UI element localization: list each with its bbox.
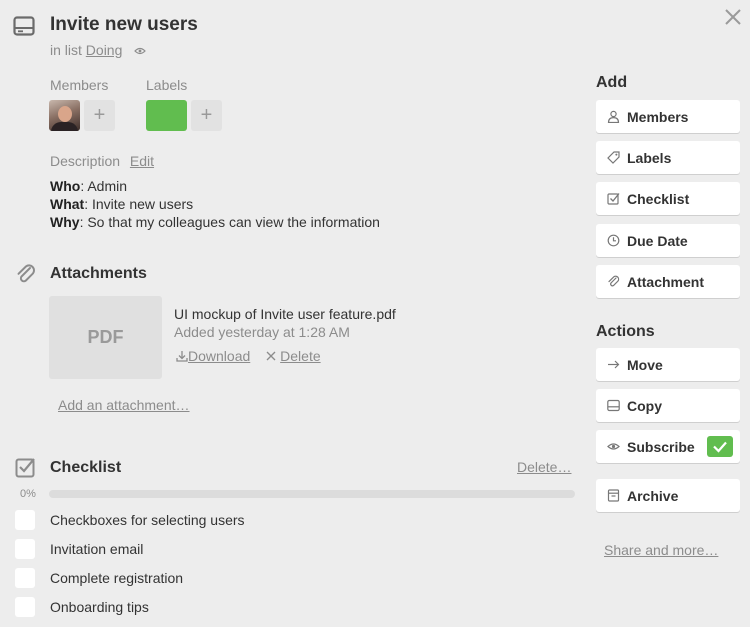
card-detail-window: Invite new users in list Doing Members L… — [0, 0, 750, 627]
checklist-percent: 0% — [20, 488, 36, 500]
in-list-line: in list Doing — [50, 42, 147, 58]
checkbox-icon — [607, 193, 620, 205]
checklist-item-text[interactable]: Onboarding tips — [50, 599, 149, 615]
download-icon — [176, 351, 188, 362]
checklist-progress-bar — [49, 490, 575, 498]
checklist-item-text[interactable]: Checkboxes for selecting users — [50, 512, 245, 528]
description-value: : Admin — [80, 178, 128, 194]
paperclip-icon — [17, 264, 35, 283]
eye-icon — [134, 48, 147, 55]
in-list-prefix: in list — [50, 42, 82, 58]
subscribe-label: Subscribe — [627, 439, 695, 455]
description-line: Who: Admin — [50, 178, 127, 194]
arrow-right-icon — [608, 360, 620, 369]
members-heading: Members — [50, 77, 109, 93]
checklist-item-checkbox[interactable] — [15, 510, 35, 530]
add-due-date-button[interactable]: Due Date — [596, 224, 740, 257]
checklist-item-checkbox[interactable] — [15, 597, 35, 617]
attachments-title: Attachments — [50, 265, 147, 282]
checklist-item-checkbox[interactable] — [15, 539, 35, 559]
eye-icon — [607, 443, 620, 450]
add-attachment-link[interactable]: Add an attachment… — [58, 397, 190, 413]
archive-button[interactable]: Archive — [596, 479, 740, 512]
add-members-label: Members — [627, 109, 689, 125]
description-header: Description Edit — [50, 153, 154, 169]
move-button[interactable]: Move — [596, 348, 740, 381]
move-label: Move — [627, 357, 663, 373]
list-name-link[interactable]: Doing — [86, 42, 123, 58]
card-icon — [607, 399, 620, 412]
share-and-more-link[interactable]: Share and more… — [604, 542, 718, 558]
attachment-date: Added yesterday at 1:28 AM — [174, 324, 350, 340]
check-icon — [713, 441, 727, 453]
checkbox-icon — [15, 458, 35, 478]
add-labels-label: Labels — [627, 150, 672, 166]
description-line: What: Invite new users — [50, 196, 193, 212]
delete-label: Delete — [280, 348, 321, 364]
card-icon — [13, 16, 35, 36]
attachment-name[interactable]: UI mockup of Invite user feature.pdf — [174, 306, 396, 322]
add-attachment-label: Attachment — [627, 274, 705, 290]
delete-checklist-link[interactable]: Delete… — [517, 459, 571, 475]
checklist-title: Checklist — [50, 459, 122, 476]
description-key: What — [50, 196, 85, 212]
attachment-actions: Download Delete — [176, 348, 333, 364]
add-checklist-button[interactable]: Checklist — [596, 182, 740, 215]
copy-button[interactable]: Copy — [596, 389, 740, 422]
description-line: Why: So that my colleagues can view the … — [50, 214, 380, 230]
person-icon — [607, 110, 620, 123]
description-key: Why — [50, 214, 80, 230]
add-checklist-label: Checklist — [627, 191, 690, 207]
label-chip-green[interactable] — [146, 100, 187, 131]
clock-icon — [607, 234, 620, 247]
archive-label: Archive — [627, 488, 679, 504]
description-key: Who — [50, 178, 81, 194]
close-icon[interactable] — [724, 8, 742, 26]
add-members-button[interactable]: Members — [596, 100, 740, 133]
checklist-item-checkbox[interactable] — [15, 568, 35, 588]
description-value: : So that my colleagues can view the inf… — [79, 214, 380, 230]
actions-section-title: Actions — [596, 323, 655, 340]
attachment-thumbnail[interactable]: PDF — [49, 296, 162, 379]
add-label-button[interactable]: + — [191, 100, 222, 131]
description-value: : Invite new users — [84, 196, 194, 212]
labels-heading: Labels — [146, 77, 188, 93]
add-attachment-button[interactable]: Attachment — [596, 265, 740, 298]
archive-icon — [607, 489, 620, 502]
subscribe-button[interactable]: Subscribe — [596, 430, 740, 463]
download-label: Download — [188, 348, 251, 364]
add-section-title: Add — [596, 74, 628, 91]
add-labels-button[interactable]: Labels — [596, 141, 740, 174]
close-icon — [266, 351, 276, 361]
subscribed-check — [707, 436, 733, 457]
edit-description-link[interactable]: Edit — [130, 153, 154, 169]
checklist-item-text[interactable]: Complete registration — [50, 570, 183, 586]
delete-attachment-link[interactable]: Delete — [266, 348, 321, 364]
avatar[interactable] — [49, 100, 80, 131]
tag-icon — [607, 151, 620, 164]
description-heading: Description — [50, 153, 121, 169]
add-member-button[interactable]: + — [84, 100, 115, 131]
card-title[interactable]: Invite new users — [50, 14, 198, 36]
paperclip-icon — [608, 275, 620, 287]
copy-label: Copy — [627, 398, 662, 414]
checklist-item-text[interactable]: Invitation email — [50, 541, 143, 557]
add-due-date-label: Due Date — [627, 233, 688, 249]
download-link[interactable]: Download — [176, 348, 254, 364]
